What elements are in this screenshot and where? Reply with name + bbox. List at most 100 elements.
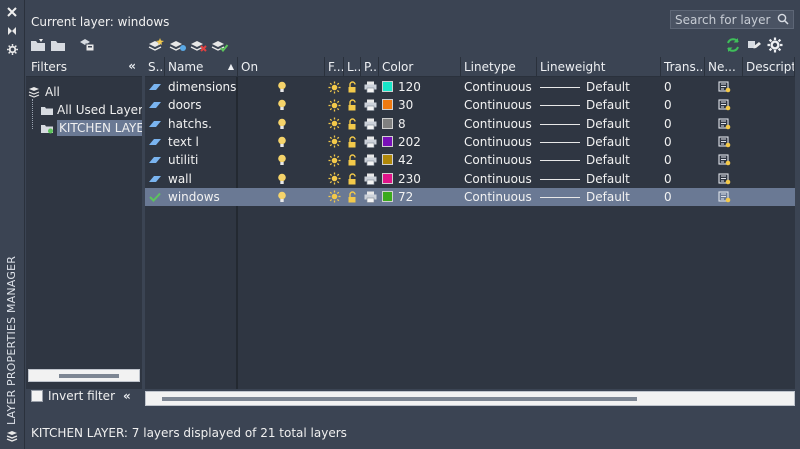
layer-name[interactable]: windows bbox=[165, 188, 238, 206]
layer-linetype[interactable]: Continuous bbox=[461, 170, 537, 188]
printer-icon[interactable] bbox=[361, 170, 379, 188]
layer-row[interactable]: doors 30 Continuous Default 0 bbox=[145, 96, 795, 114]
layer-lineweight[interactable]: Default bbox=[537, 115, 661, 133]
layer-row[interactable]: wall 230 Continuous Default 0 bbox=[145, 170, 795, 188]
layer-linetype[interactable]: Continuous bbox=[461, 133, 537, 151]
column-header-linetype[interactable]: Linetype bbox=[461, 57, 537, 77]
layer-row[interactable]: windows 72 Continuous Default 0 bbox=[145, 187, 795, 206]
sun-thaw-icon[interactable] bbox=[325, 188, 344, 206]
new-vp-freeze-icon[interactable] bbox=[705, 188, 743, 206]
new-layer-icon[interactable] bbox=[148, 37, 166, 53]
layer-lineweight[interactable]: Default bbox=[537, 151, 661, 169]
unlock-icon[interactable] bbox=[344, 188, 361, 206]
new-vp-freeze-icon[interactable] bbox=[705, 115, 743, 133]
printer-icon[interactable] bbox=[361, 151, 379, 169]
unlock-icon[interactable] bbox=[344, 78, 361, 96]
new-layer-vp-frozen-icon[interactable] bbox=[169, 37, 187, 53]
layer-translator-icon[interactable] bbox=[745, 37, 763, 53]
lightbulb-on-icon[interactable] bbox=[238, 133, 325, 151]
lightbulb-on-icon[interactable] bbox=[238, 151, 325, 169]
printer-icon[interactable] bbox=[361, 96, 379, 114]
layer-lineweight[interactable]: Default bbox=[537, 188, 661, 206]
settings-gear-icon[interactable] bbox=[766, 37, 784, 53]
layer-row[interactable]: hatchs. 8 Continuous Default 0 bbox=[145, 115, 795, 133]
layer-color[interactable]: 120 bbox=[379, 78, 461, 96]
layer-color[interactable]: 42 bbox=[379, 151, 461, 169]
layer-description[interactable] bbox=[743, 78, 795, 96]
lightbulb-on-icon[interactable] bbox=[238, 188, 325, 206]
layer-transparency[interactable]: 0 bbox=[661, 151, 705, 169]
layer-description[interactable] bbox=[743, 188, 795, 206]
layer-lineweight[interactable]: Default bbox=[537, 96, 661, 114]
layer-name[interactable]: text l bbox=[165, 133, 238, 151]
printer-icon[interactable] bbox=[361, 133, 379, 151]
search-icon[interactable] bbox=[777, 13, 789, 28]
layer-linetype[interactable]: Continuous bbox=[461, 188, 537, 206]
layer-linetype[interactable]: Continuous bbox=[461, 115, 537, 133]
sun-thaw-icon[interactable] bbox=[325, 170, 344, 188]
printer-icon[interactable] bbox=[361, 188, 379, 206]
column-header-lock[interactable]: L... bbox=[344, 57, 361, 77]
new-vp-freeze-icon[interactable] bbox=[705, 96, 743, 114]
layer-description[interactable] bbox=[743, 151, 795, 169]
set-current-icon[interactable] bbox=[211, 37, 229, 53]
layer-lineweight[interactable]: Default bbox=[537, 170, 661, 188]
layer-transparency[interactable]: 0 bbox=[661, 133, 705, 151]
sun-thaw-icon[interactable] bbox=[325, 151, 344, 169]
layer-row[interactable]: text l 202 Continuous Default 0 bbox=[145, 133, 795, 151]
new-group-filter-icon[interactable] bbox=[49, 37, 67, 53]
lightbulb-on-icon[interactable] bbox=[238, 96, 325, 114]
column-header-freeze[interactable]: F... bbox=[325, 57, 344, 77]
lightbulb-on-icon[interactable] bbox=[238, 78, 325, 96]
new-vp-freeze-icon[interactable] bbox=[705, 151, 743, 169]
grid-horizontal-scrollbar[interactable] bbox=[145, 391, 795, 406]
search-box[interactable] bbox=[670, 10, 794, 29]
layer-name[interactable]: wall bbox=[165, 170, 238, 188]
column-header-status[interactable]: S... bbox=[145, 57, 165, 77]
layer-description[interactable] bbox=[743, 170, 795, 188]
search-input[interactable] bbox=[675, 12, 775, 27]
filters-horizontal-scrollbar[interactable] bbox=[28, 369, 140, 382]
new-vp-freeze-icon[interactable] bbox=[705, 133, 743, 151]
sun-thaw-icon[interactable] bbox=[325, 78, 344, 96]
layer-color[interactable]: 230 bbox=[379, 170, 461, 188]
lightbulb-on-icon[interactable] bbox=[238, 115, 325, 133]
layer-description[interactable] bbox=[743, 133, 795, 151]
column-header-new-vp-freeze[interactable]: Ne... bbox=[705, 57, 743, 77]
layer-states-manager-icon[interactable] bbox=[78, 37, 96, 53]
layer-transparency[interactable]: 0 bbox=[661, 78, 705, 96]
unlock-icon[interactable] bbox=[344, 170, 361, 188]
auto-hide-icon[interactable] bbox=[3, 23, 21, 39]
sun-thaw-icon[interactable] bbox=[325, 133, 344, 151]
printer-icon[interactable] bbox=[361, 78, 379, 96]
scrollbar-thumb[interactable] bbox=[59, 374, 119, 378]
layer-name[interactable]: doors bbox=[165, 96, 238, 114]
column-header-lineweight[interactable]: Lineweight bbox=[537, 57, 661, 77]
column-header-color[interactable]: Color bbox=[379, 57, 461, 77]
layer-linetype[interactable]: Continuous bbox=[461, 78, 537, 96]
refresh-icon[interactable] bbox=[724, 37, 742, 53]
layer-transparency[interactable]: 0 bbox=[661, 115, 705, 133]
column-header-description[interactable]: Descripti bbox=[743, 57, 795, 77]
new-property-filter-icon[interactable] bbox=[29, 37, 47, 53]
collapse-filters-icon[interactable]: « bbox=[128, 59, 136, 73]
unlock-icon[interactable] bbox=[344, 133, 361, 151]
printer-icon[interactable] bbox=[361, 115, 379, 133]
column-header-name[interactable]: Name ▲ bbox=[165, 57, 238, 77]
scrollbar-thumb[interactable] bbox=[162, 397, 637, 401]
close-icon[interactable] bbox=[3, 4, 21, 20]
collapse-filters-bottom-icon[interactable]: « bbox=[123, 389, 131, 403]
layer-transparency[interactable]: 0 bbox=[661, 170, 705, 188]
layer-transparency[interactable]: 0 bbox=[661, 188, 705, 206]
layer-color[interactable]: 8 bbox=[379, 115, 461, 133]
invert-filter-checkbox[interactable] bbox=[31, 390, 43, 402]
layer-row[interactable]: dimensions 120 Continuous Default 0 bbox=[145, 78, 795, 96]
unlock-icon[interactable] bbox=[344, 151, 361, 169]
sun-thaw-icon[interactable] bbox=[325, 115, 344, 133]
layer-lineweight[interactable]: Default bbox=[537, 78, 661, 96]
sun-thaw-icon[interactable] bbox=[325, 96, 344, 114]
layer-name[interactable]: dimensions bbox=[165, 78, 238, 96]
new-vp-freeze-icon[interactable] bbox=[705, 170, 743, 188]
invert-filter-row[interactable]: Invert filter bbox=[31, 389, 115, 403]
layer-color[interactable]: 202 bbox=[379, 133, 461, 151]
